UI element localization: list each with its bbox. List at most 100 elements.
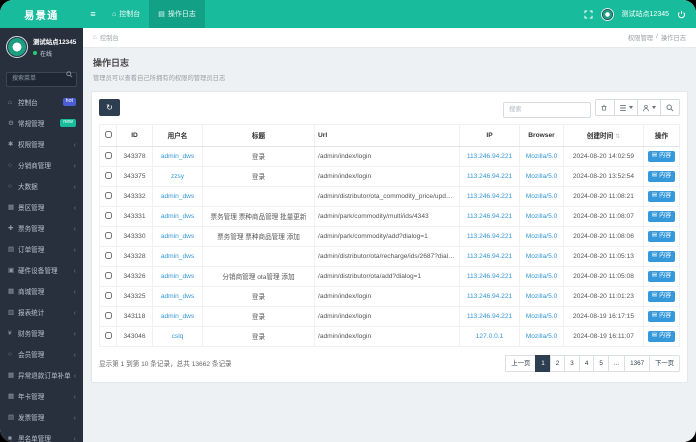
cell-browser-link[interactable]: Mozilla/5.0 — [519, 265, 564, 287]
page-button[interactable]: 1367 — [624, 354, 651, 372]
content-button[interactable]: ▤ 内容 — [647, 150, 676, 162]
row-checkbox[interactable] — [104, 192, 112, 200]
sidebar-item[interactable]: ▥ 报表统计 ‹ — [0, 302, 83, 323]
cell-ip-link[interactable]: 127.0.0.1 — [459, 325, 520, 347]
cell-ip-link[interactable]: 113.246.94.221 — [459, 205, 520, 227]
cell-browser-link[interactable]: Mozilla/5.0 — [519, 205, 564, 227]
topbar-tab[interactable]: ⌂ 控制台 — [103, 0, 149, 28]
sidebar-item[interactable]: ■ 黑名单管理 ‹ — [0, 428, 83, 442]
app-logo[interactable]: 易景通 — [0, 0, 83, 28]
content-button[interactable]: ▤ 内容 — [647, 310, 676, 322]
search-icon[interactable] — [66, 71, 73, 78]
cell-username-link[interactable]: admin_dws — [152, 225, 203, 247]
cell-username-link[interactable]: cslq — [152, 325, 203, 347]
sidebar-item[interactable]: ▦ 商城管理 ‹ — [0, 281, 83, 302]
cell-browser-link[interactable]: Mozilla/5.0 — [519, 225, 564, 247]
columns-toggle-button[interactable] — [614, 99, 638, 117]
refresh-button[interactable]: ↻ — [99, 99, 120, 117]
column-header[interactable]: 标题 — [202, 123, 315, 147]
cell-browser-link[interactable]: Mozilla/5.0 — [519, 285, 564, 307]
page-button[interactable]: 上一页 — [505, 354, 537, 372]
breadcrumb-left[interactable]: ⌂ 控制台 — [93, 33, 119, 42]
content-button[interactable]: ▤ 内容 — [647, 190, 676, 202]
sidebar-item[interactable]: ¥ 财务管理 ‹ — [0, 323, 83, 344]
site-avatar[interactable] — [600, 7, 614, 21]
sort-icon[interactable]: ⇅ — [615, 134, 620, 140]
sidebar-item[interactable]: ○ 大数据 ‹ — [0, 176, 83, 197]
cell-username-link[interactable]: admin_dws — [152, 205, 203, 227]
site-name[interactable]: 测试站点12345 — [622, 9, 669, 19]
content-button[interactable]: ▤ 内容 — [647, 330, 676, 342]
select-all-checkbox[interactable] — [104, 131, 112, 139]
column-header[interactable]: 创建时间 ⇅ — [563, 123, 644, 147]
cell-ip-link[interactable]: 113.246.94.221 — [459, 305, 520, 327]
column-header[interactable]: 用户名 — [152, 123, 203, 147]
column-header[interactable]: Browser — [519, 123, 564, 147]
cell-ip-link[interactable]: 113.246.94.221 — [459, 285, 520, 307]
page-button[interactable]: ... — [607, 354, 626, 372]
column-header[interactable]: IP — [459, 123, 520, 147]
search-toggle-button[interactable] — [660, 99, 680, 117]
row-checkbox[interactable] — [104, 312, 112, 320]
logout-power-icon[interactable] — [677, 10, 686, 19]
cell-browser-link[interactable]: Mozilla/5.0 — [519, 245, 564, 267]
sidebar-item[interactable]: ▤ 订单管理 ‹ — [0, 239, 83, 260]
content-button[interactable]: ▤ 内容 — [647, 250, 676, 262]
breadcrumb-section[interactable]: 权限管理 — [628, 33, 653, 42]
export-button[interactable] — [637, 99, 661, 117]
sidebar-toggle-icon[interactable]: ≡ — [83, 0, 103, 28]
cell-ip-link[interactable]: 113.246.94.221 — [459, 185, 520, 207]
sidebar-item[interactable]: ▤ 发票管理 ‹ — [0, 407, 83, 428]
row-checkbox[interactable] — [104, 232, 112, 240]
column-header[interactable]: 操作 — [643, 123, 680, 147]
cell-ip-link[interactable]: 113.246.94.221 — [459, 225, 520, 247]
sidebar-item[interactable]: ▣ 硬件设备管理 ‹ — [0, 260, 83, 281]
cell-username-link[interactable]: admin_dws — [152, 145, 203, 167]
sidebar-item[interactable]: ✚ 票务管理 ‹ — [0, 218, 83, 239]
sidebar-item[interactable]: ▦ 年卡管理 ‹ — [0, 386, 83, 407]
row-checkbox[interactable] — [104, 292, 112, 300]
user-avatar[interactable] — [6, 36, 28, 58]
cell-ip-link[interactable]: 113.246.94.221 — [459, 145, 520, 167]
page-button[interactable]: 5 — [593, 354, 609, 372]
sidebar-item[interactable]: ▦ 景区管理 ‹ — [0, 197, 83, 218]
cell-username-link[interactable]: admin_dws — [152, 305, 203, 327]
row-checkbox[interactable] — [104, 252, 112, 260]
sidebar-item[interactable]: ○ 会员管理 ‹ — [0, 344, 83, 365]
content-button[interactable]: ▤ 内容 — [647, 170, 676, 182]
cell-browser-link[interactable]: Mozilla/5.0 — [519, 185, 564, 207]
page-button[interactable]: 1 — [535, 354, 551, 372]
cell-browser-link[interactable]: Mozilla/5.0 — [519, 145, 564, 167]
cell-browser-link[interactable]: Mozilla/5.0 — [519, 325, 564, 347]
page-button[interactable]: 下一页 — [649, 354, 680, 372]
cell-username-link[interactable]: admin_dws — [152, 185, 203, 207]
cell-browser-link[interactable]: Mozilla/5.0 — [519, 305, 564, 327]
page-button[interactable]: 3 — [564, 354, 580, 372]
cell-ip-link[interactable]: 113.246.94.221 — [459, 245, 520, 267]
content-button[interactable]: ▤ 内容 — [647, 270, 676, 282]
cell-browser-link[interactable]: Mozilla/5.0 — [519, 165, 564, 187]
topbar-tab[interactable]: ▤ 操作日志 — [149, 0, 205, 28]
row-checkbox[interactable] — [104, 172, 112, 180]
row-checkbox[interactable] — [104, 332, 112, 340]
sidebar-item[interactable]: ▦ 异常退款订单补单 ‹ — [0, 365, 83, 386]
page-button[interactable]: 4 — [578, 354, 595, 372]
page-button[interactable]: 2 — [549, 354, 566, 372]
cell-username-link[interactable]: admin_dws — [152, 245, 203, 267]
content-button[interactable]: ▤ 内容 — [647, 230, 676, 242]
cell-ip-link[interactable]: 113.246.94.221 — [459, 265, 520, 287]
cell-username-link[interactable]: zzsy — [152, 165, 203, 187]
row-checkbox[interactable] — [104, 152, 112, 160]
table-search-input[interactable] — [503, 101, 591, 118]
sidebar-item[interactable]: ✱ 权限管理 ‹ — [0, 134, 83, 155]
sidebar-item[interactable]: ⌂ 控制台 hot — [0, 92, 83, 113]
sidebar-item[interactable]: ⚙ 常规管理 new — [0, 113, 83, 134]
delete-button[interactable] — [595, 99, 615, 117]
content-button[interactable]: ▤ 内容 — [647, 210, 676, 222]
column-header[interactable]: ID — [116, 123, 153, 147]
content-button[interactable]: ▤ 内容 — [647, 290, 676, 302]
row-checkbox[interactable] — [104, 272, 112, 280]
row-checkbox[interactable] — [104, 212, 112, 220]
fullscreen-icon[interactable] — [584, 10, 593, 19]
cell-username-link[interactable]: admin_dws — [152, 285, 203, 307]
